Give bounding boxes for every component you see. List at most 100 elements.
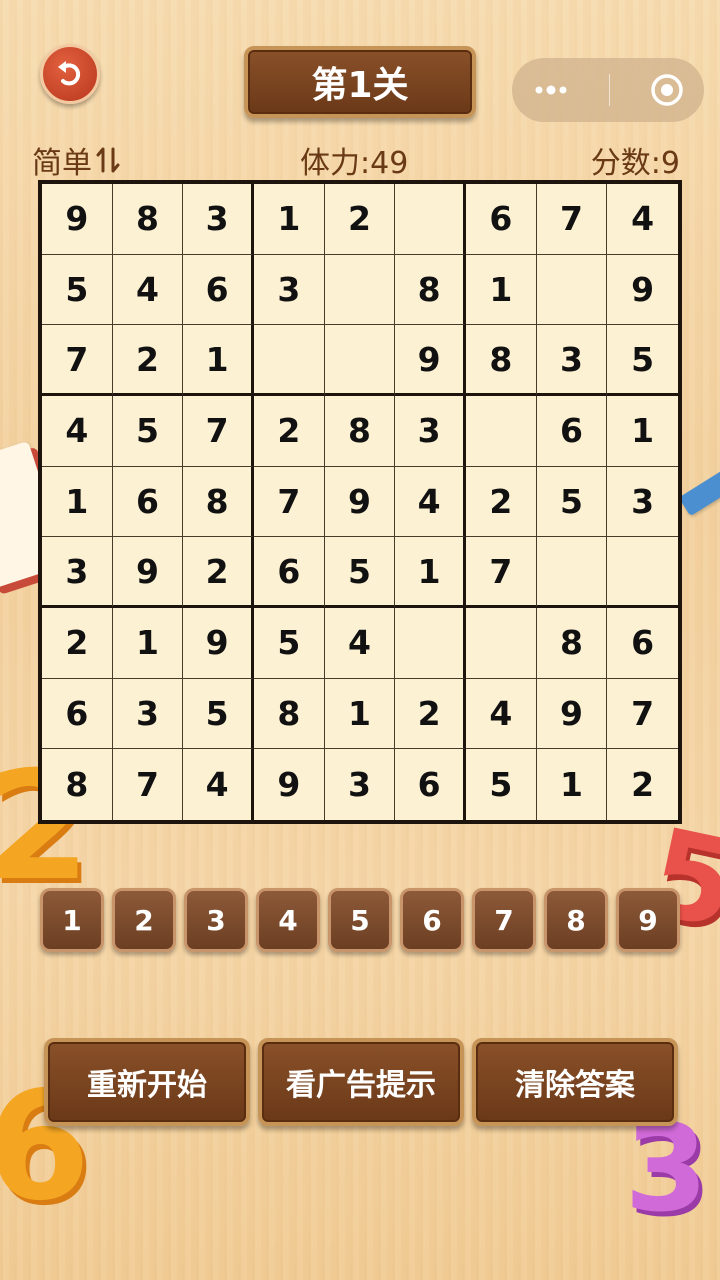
sudoku-cell[interactable]: 2 [607, 749, 678, 820]
watch-ad-hint-button[interactable]: 看广告提示 [258, 1038, 464, 1126]
sudoku-cell[interactable]: 4 [42, 395, 113, 467]
sudoku-cell[interactable] [324, 325, 396, 396]
sudoku-cell[interactable]: 6 [183, 254, 254, 326]
sudoku-cell[interactable]: 3 [607, 467, 678, 538]
sudoku-cell[interactable]: 3 [325, 749, 396, 820]
sudoku-cell[interactable] [607, 537, 678, 608]
sudoku-cell[interactable]: 9 [324, 466, 396, 538]
number-button-5[interactable]: 5 [328, 888, 392, 952]
sudoku-cell[interactable]: 8 [324, 395, 396, 467]
sudoku-cell[interactable] [324, 254, 396, 326]
number-button-7[interactable]: 7 [472, 888, 536, 952]
sudoku-cell[interactable]: 9 [42, 184, 113, 255]
number-button-2[interactable]: 2 [112, 888, 176, 952]
sudoku-cell[interactable]: 9 [536, 678, 608, 750]
sudoku-cell[interactable] [465, 395, 537, 467]
sudoku-cell[interactable]: 9 [254, 749, 325, 820]
sudoku-cell[interactable]: 1 [324, 678, 396, 750]
sudoku-cell[interactable]: 9 [112, 537, 184, 608]
mini-program-capsule [512, 58, 704, 122]
sudoku-cell[interactable] [536, 254, 608, 326]
sudoku-cell[interactable]: 2 [465, 466, 537, 538]
number-button-8[interactable]: 8 [544, 888, 608, 952]
sudoku-cell[interactable]: 3 [112, 678, 184, 750]
sudoku-cell[interactable]: 2 [324, 184, 396, 255]
back-button[interactable] [40, 44, 100, 104]
sudoku-cell[interactable]: 2 [42, 607, 113, 679]
sudoku-board: 9831267454638197219835457283611687942533… [38, 180, 682, 824]
clear-answer-button[interactable]: 清除答案 [472, 1038, 678, 1126]
sudoku-cell[interactable]: 7 [536, 184, 608, 255]
sudoku-cell[interactable]: 9 [607, 255, 678, 326]
sudoku-cell[interactable]: 8 [536, 607, 608, 679]
sudoku-cell[interactable]: 5 [253, 607, 325, 679]
sudoku-cell[interactable] [395, 184, 466, 255]
sudoku-cell[interactable] [536, 537, 608, 608]
sudoku-cell[interactable]: 6 [42, 678, 113, 750]
sudoku-cell[interactable]: 7 [607, 679, 678, 750]
sudoku-cell[interactable]: 7 [253, 466, 325, 538]
sudoku-cell[interactable]: 1 [395, 537, 466, 608]
sudoku-cell[interactable]: 5 [112, 395, 184, 467]
sudoku-cell[interactable]: 2 [395, 678, 466, 750]
sudoku-cell[interactable]: 4 [112, 254, 184, 326]
sudoku-cell[interactable]: 7 [42, 325, 113, 396]
target-circle-icon[interactable] [649, 72, 685, 108]
more-dots-icon[interactable] [531, 84, 571, 96]
sudoku-cell[interactable]: 8 [42, 749, 113, 820]
sudoku-cell[interactable]: 6 [536, 395, 608, 467]
sudoku-cell[interactable] [465, 607, 537, 679]
difficulty-selector[interactable]: 简单 [32, 138, 120, 182]
sudoku-cell[interactable]: 3 [183, 184, 254, 255]
number-button-4[interactable]: 4 [256, 888, 320, 952]
sudoku-cell[interactable]: 5 [536, 466, 608, 538]
sudoku-cell[interactable]: 5 [466, 749, 537, 820]
sudoku-cell[interactable]: 2 [112, 325, 184, 396]
sudoku-cell[interactable]: 8 [183, 466, 254, 538]
sudoku-cell[interactable]: 6 [607, 608, 678, 679]
sudoku-cell[interactable]: 5 [42, 254, 113, 326]
number-button-1[interactable]: 1 [40, 888, 104, 952]
sudoku-cell[interactable]: 4 [395, 466, 466, 538]
sudoku-cell[interactable]: 9 [395, 325, 466, 396]
sudoku-cell[interactable]: 7 [465, 537, 537, 608]
sudoku-cell[interactable]: 3 [536, 325, 608, 396]
sudoku-cell[interactable]: 1 [465, 254, 537, 326]
sudoku-cell[interactable]: 3 [253, 254, 325, 326]
sudoku-cell[interactable] [395, 607, 466, 679]
sudoku-cell[interactable]: 2 [253, 395, 325, 467]
sudoku-cell[interactable]: 5 [607, 325, 678, 396]
sudoku-cell[interactable]: 8 [395, 254, 466, 326]
number-button-3[interactable]: 3 [184, 888, 248, 952]
sudoku-cell[interactable]: 7 [113, 749, 184, 820]
sudoku-cell[interactable]: 3 [42, 537, 113, 608]
sudoku-cell[interactable]: 5 [324, 537, 396, 608]
number-button-6[interactable]: 6 [400, 888, 464, 952]
sudoku-cell[interactable]: 2 [183, 537, 254, 608]
sudoku-cell[interactable]: 4 [183, 749, 254, 820]
sudoku-cell[interactable]: 1 [42, 466, 113, 538]
difficulty-label: 简单 [32, 146, 92, 181]
sudoku-cell[interactable]: 1 [607, 396, 678, 467]
restart-button[interactable]: 重新开始 [44, 1038, 250, 1126]
sudoku-cell[interactable]: 3 [395, 395, 466, 467]
sudoku-cell[interactable]: 4 [465, 678, 537, 750]
number-button-9[interactable]: 9 [616, 888, 680, 952]
sudoku-cell[interactable]: 6 [395, 749, 466, 820]
sudoku-cell[interactable]: 1 [537, 749, 608, 820]
sudoku-cell[interactable]: 7 [183, 395, 254, 467]
sudoku-cell[interactable]: 9 [183, 607, 254, 679]
sudoku-cell[interactable]: 4 [324, 607, 396, 679]
sudoku-cell[interactable]: 8 [112, 184, 184, 255]
sudoku-cell[interactable]: 6 [465, 184, 537, 255]
sudoku-cell[interactable]: 4 [607, 184, 678, 255]
sudoku-cell[interactable]: 8 [253, 678, 325, 750]
sudoku-cell[interactable]: 1 [253, 184, 325, 255]
sudoku-cell[interactable] [253, 325, 325, 396]
sudoku-cell[interactable]: 8 [465, 325, 537, 396]
sudoku-cell[interactable]: 1 [183, 325, 254, 396]
sudoku-cell[interactable]: 1 [112, 607, 184, 679]
sudoku-cell[interactable]: 6 [112, 466, 184, 538]
sudoku-cell[interactable]: 5 [183, 678, 254, 750]
sudoku-cell[interactable]: 6 [253, 537, 325, 608]
